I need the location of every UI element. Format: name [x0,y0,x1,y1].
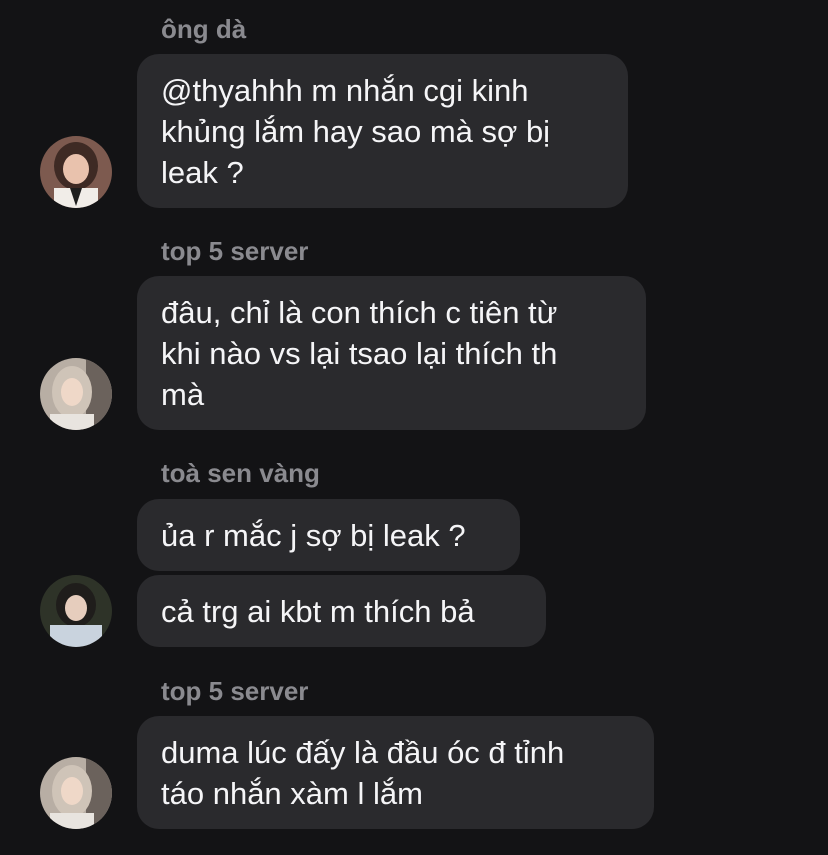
avatar-image [40,575,112,647]
sender-name: top 5 server [161,676,309,706]
sender-name: toà sen vàng [161,458,320,488]
user-avatar[interactable] [40,757,112,829]
avatar-image [40,136,112,208]
user-avatar[interactable] [40,575,112,647]
user-avatar[interactable] [40,358,112,430]
message-bubble[interactable]: cả trg ai kbt m thích bả [137,575,546,647]
message-bubble[interactable]: @thyahhh m nhắn cgi kinh khủng lắm hay s… [137,54,628,208]
sender-name: top 5 server [161,236,309,266]
avatar-image [40,358,112,430]
chat-thread: ông dà @thyahhh m nhắn cgi kinh khủng lắ… [0,0,828,855]
message-bubble[interactable]: đâu, chỉ là con thích c tiên từ khi nào … [137,276,646,430]
avatar-image [40,757,112,829]
message-bubble[interactable]: ủa r mắc j sợ bị leak ? [137,499,520,571]
user-avatar[interactable] [40,136,112,208]
sender-name: ông dà [161,14,247,44]
message-bubble[interactable]: duma lúc đấy là đầu óc đ tỉnh táo nhắn x… [137,716,654,829]
